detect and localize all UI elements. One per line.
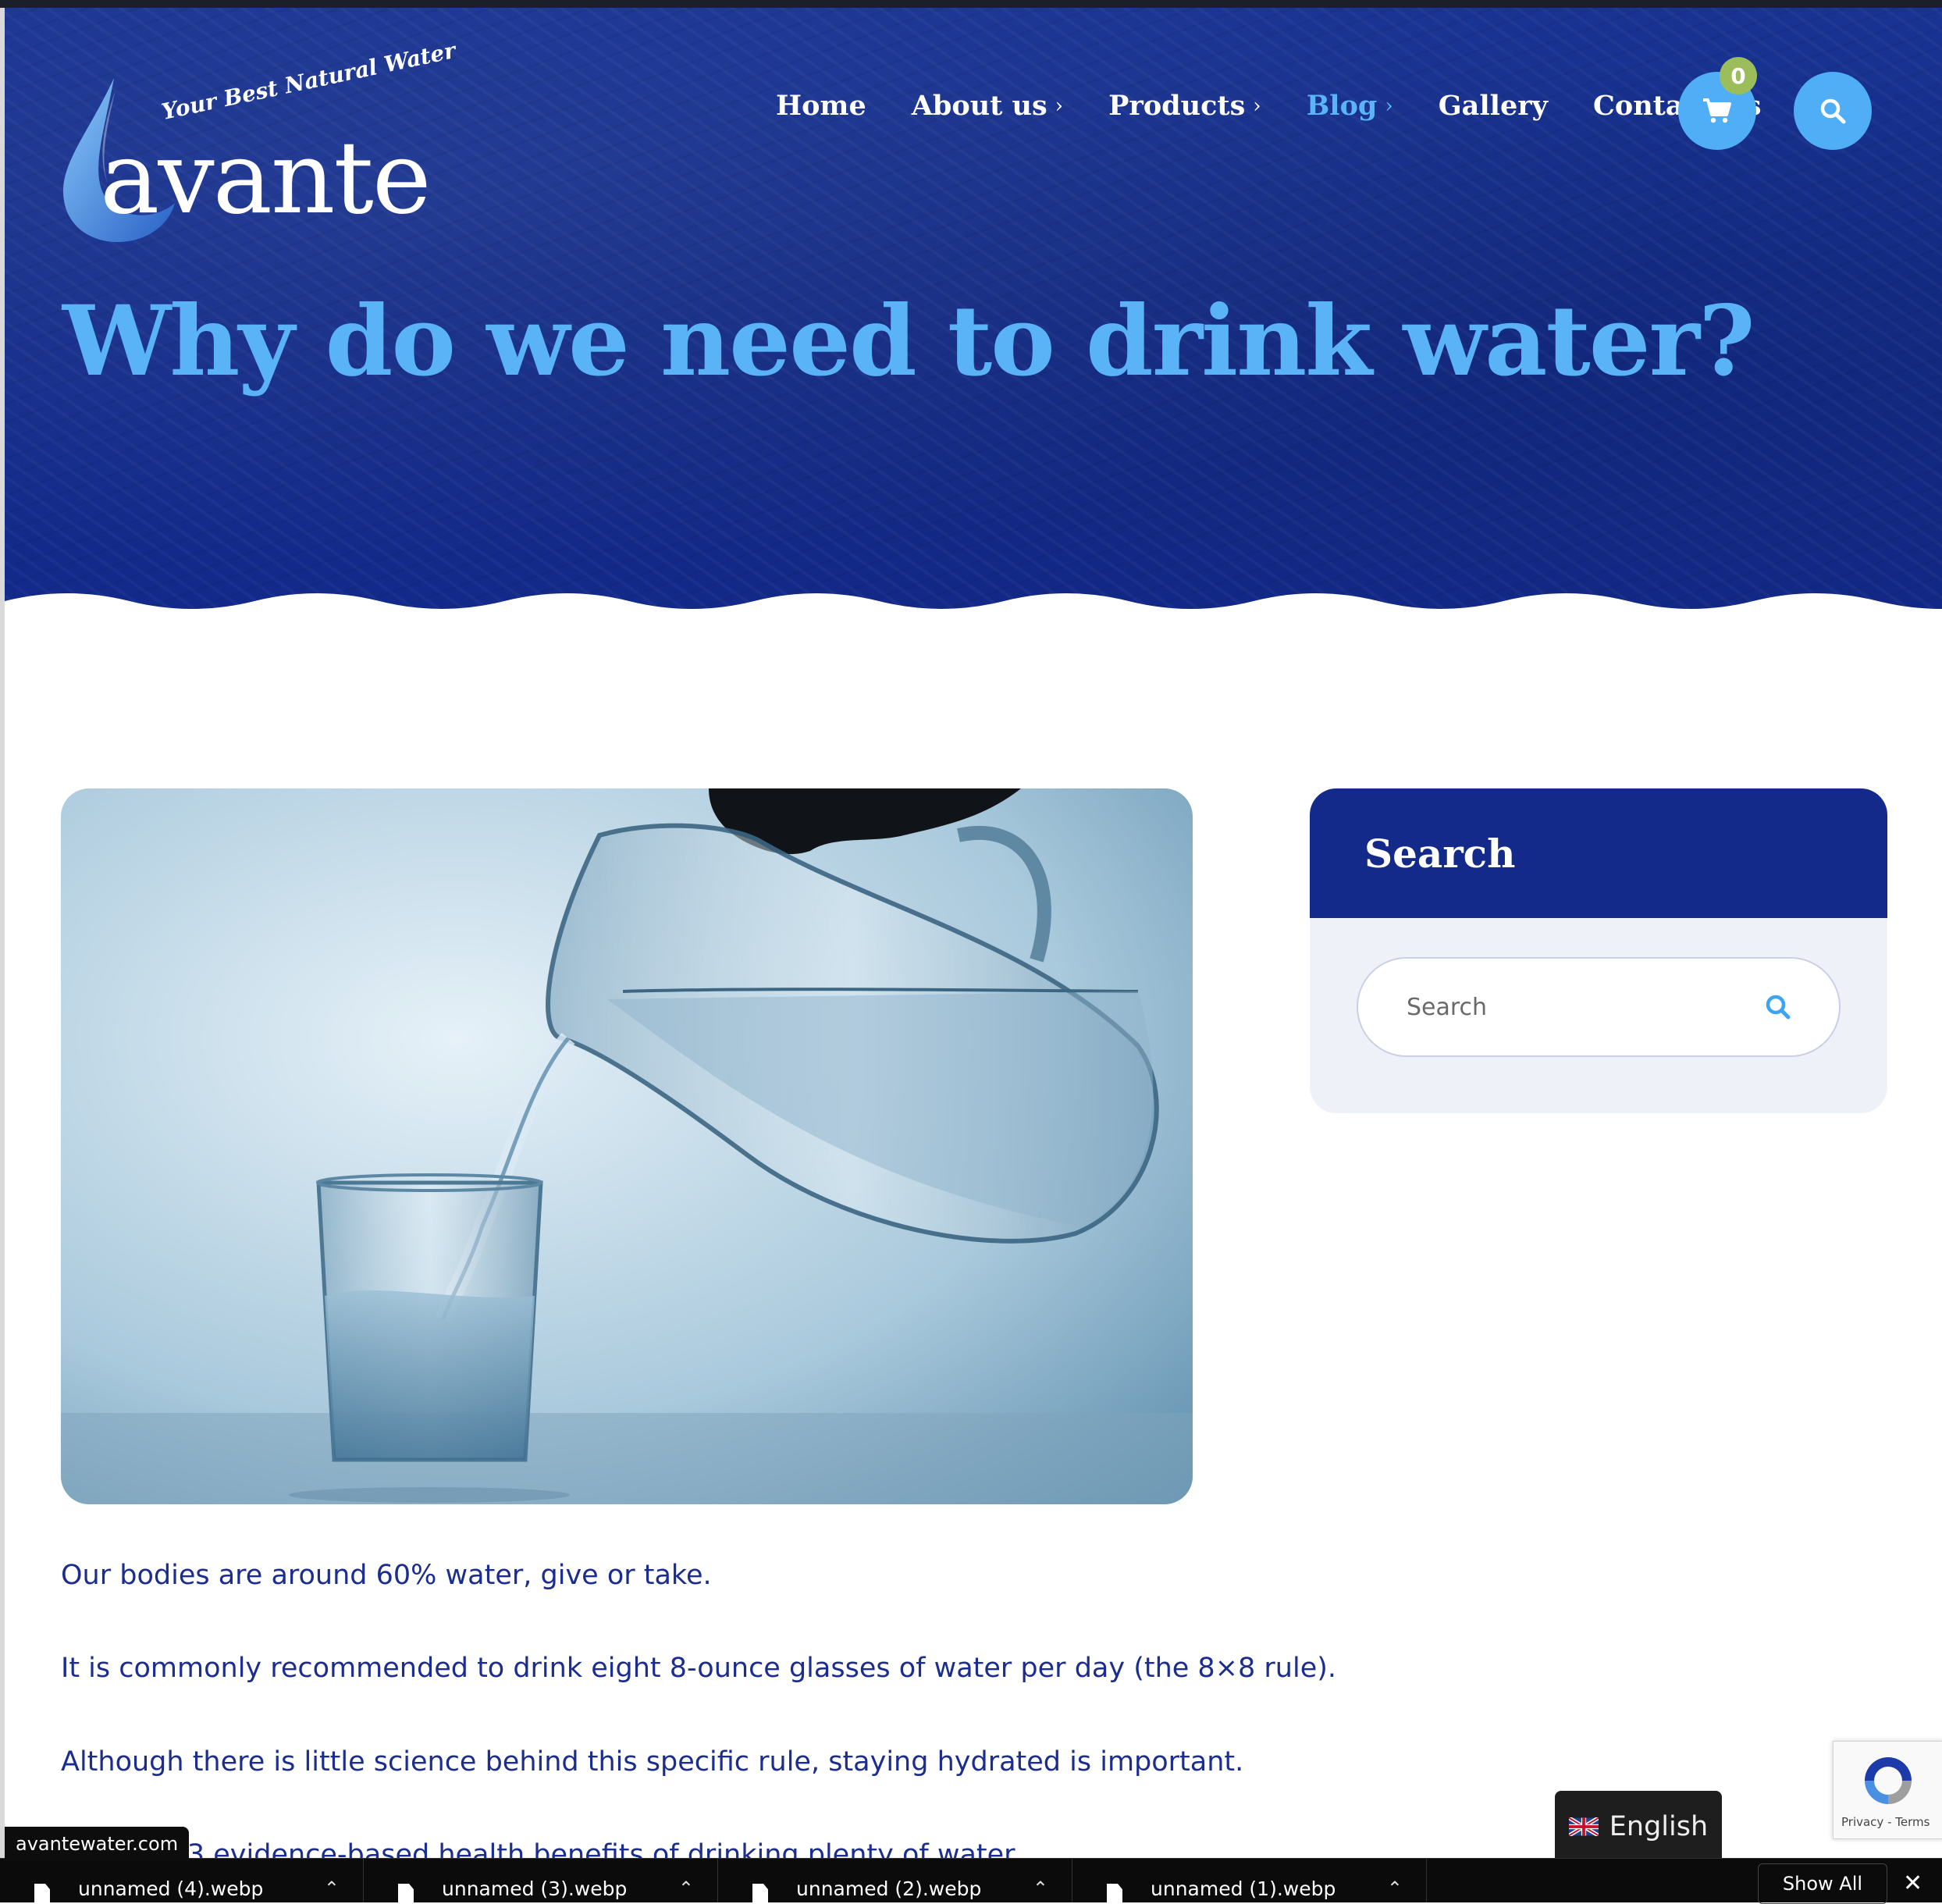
language-label: English bbox=[1609, 1811, 1709, 1842]
sidebar-search-box bbox=[1357, 957, 1841, 1057]
download-shelf: unnamed (4).webp ⌃ unnamed (3).webp ⌃ un… bbox=[0, 1858, 1942, 1904]
featured-image bbox=[61, 788, 1193, 1504]
browser-top-edge bbox=[0, 0, 1942, 8]
download-name: unnamed (4).webp bbox=[78, 1877, 264, 1900]
file-icon bbox=[1107, 1884, 1122, 1902]
nav-item-products[interactable]: Products › bbox=[1108, 90, 1261, 122]
download-item[interactable]: unnamed (3).webp ⌃ bbox=[364, 1859, 718, 1902]
nav-label: About us bbox=[911, 90, 1047, 122]
search-input[interactable] bbox=[1405, 992, 1764, 1022]
download-name: unnamed (1).webp bbox=[1151, 1877, 1336, 1900]
uk-flag-icon bbox=[1568, 1817, 1599, 1836]
chevron-up-icon[interactable]: ⌃ bbox=[324, 1877, 340, 1899]
file-icon bbox=[34, 1884, 50, 1902]
language-switcher[interactable]: English bbox=[1555, 1791, 1722, 1863]
chevron-right-icon: › bbox=[1055, 94, 1064, 118]
file-icon bbox=[398, 1884, 414, 1902]
logo-wordmark: avante bbox=[100, 120, 432, 237]
chevron-right-icon: › bbox=[1253, 94, 1261, 118]
hero-banner: Your Best Natural Water avante Home Abou… bbox=[5, 8, 1942, 632]
download-name: unnamed (3).webp bbox=[442, 1877, 628, 1900]
recaptcha-badge[interactable]: Privacy - Terms bbox=[1833, 1741, 1942, 1839]
nav-item-home[interactable]: Home bbox=[776, 90, 866, 122]
recaptcha-links[interactable]: Privacy - Terms bbox=[1841, 1815, 1930, 1829]
site-logo[interactable]: Your Best Natural Water avante bbox=[59, 37, 458, 246]
logo-tagline: Your Best Natural Water bbox=[159, 37, 458, 125]
chevron-up-icon[interactable]: ⌃ bbox=[1387, 1877, 1403, 1899]
cart-count-badge: 0 bbox=[1720, 57, 1757, 94]
close-icon[interactable]: ✕ bbox=[1903, 1870, 1922, 1897]
file-icon bbox=[752, 1884, 768, 1902]
download-item[interactable]: unnamed (1).webp ⌃ bbox=[1072, 1859, 1427, 1902]
search-icon bbox=[1820, 98, 1846, 124]
nav-item-gallery[interactable]: Gallery bbox=[1439, 90, 1548, 122]
article-paragraph: Our bodies are around 60% water, give or… bbox=[61, 1560, 712, 1591]
show-all-button[interactable]: Show All bbox=[1758, 1863, 1887, 1904]
search-icon[interactable] bbox=[1764, 993, 1792, 1021]
nav-label: Blog bbox=[1306, 90, 1378, 122]
chevron-right-icon: › bbox=[1385, 94, 1393, 118]
status-url: avantewater.com bbox=[5, 1827, 190, 1861]
download-name: unnamed (2).webp bbox=[796, 1877, 982, 1900]
article-paragraph: It is commonly recommended to drink eigh… bbox=[61, 1653, 1337, 1684]
nav-label: Home bbox=[776, 90, 866, 122]
pitcher-pouring-water-image bbox=[61, 788, 1193, 1504]
chevron-up-icon[interactable]: ⌃ bbox=[1033, 1877, 1048, 1899]
article-paragraph: Although there is little science behind … bbox=[61, 1746, 1244, 1778]
wave-divider bbox=[5, 593, 1942, 632]
nav-label: Products bbox=[1108, 90, 1246, 122]
header-search-button[interactable] bbox=[1794, 72, 1872, 150]
nav-label: Gallery bbox=[1438, 90, 1549, 122]
recaptcha-logo-icon bbox=[1865, 1757, 1912, 1804]
widget-header: Search bbox=[1310, 788, 1887, 918]
download-item[interactable]: unnamed (2).webp ⌃ bbox=[718, 1859, 1072, 1902]
chevron-up-icon[interactable]: ⌃ bbox=[678, 1877, 694, 1899]
main-nav: Home About us › Products › Blog › Gallery C… bbox=[776, 90, 1806, 122]
search-widget: Search bbox=[1310, 788, 1887, 1113]
nav-item-about-us[interactable]: About us › bbox=[912, 90, 1063, 122]
download-item[interactable]: unnamed (4).webp ⌃ bbox=[0, 1859, 364, 1902]
cart-icon bbox=[1703, 98, 1731, 123]
page-title: Why do we need to drink water? bbox=[62, 285, 1755, 398]
widget-title: Search bbox=[1364, 830, 1516, 877]
nav-item-blog[interactable]: Blog › bbox=[1307, 90, 1393, 122]
